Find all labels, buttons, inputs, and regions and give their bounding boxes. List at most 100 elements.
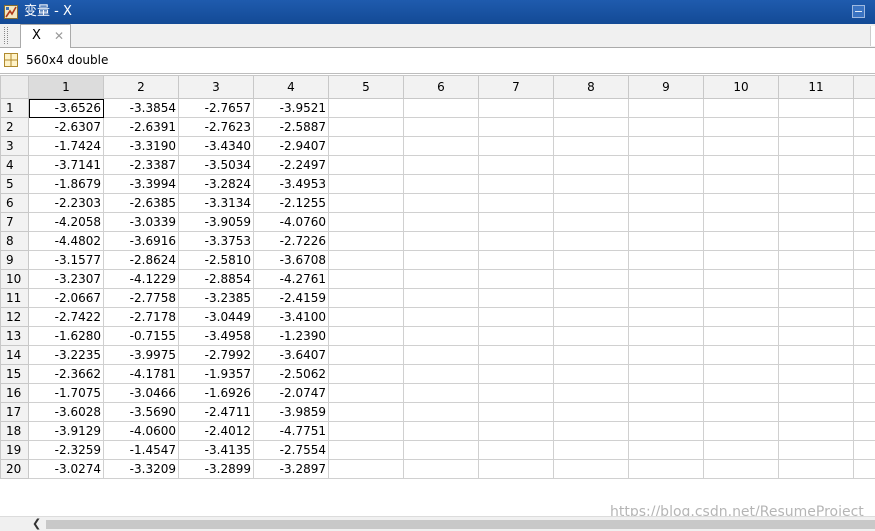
empty-cell[interactable] <box>478 364 554 384</box>
empty-cell[interactable] <box>628 383 704 403</box>
data-cell[interactable]: -2.7992 <box>178 345 254 365</box>
data-cell[interactable]: -2.5887 <box>253 117 329 137</box>
data-cell[interactable]: -0.7155 <box>103 326 179 346</box>
empty-cell[interactable] <box>628 364 704 384</box>
data-cell[interactable]: -2.1255 <box>253 193 329 213</box>
column-header[interactable]: 8 <box>553 75 629 99</box>
data-cell[interactable]: -3.9129 <box>28 421 104 441</box>
horizontal-scrollbar[interactable]: ❮ <box>0 516 875 531</box>
empty-cell[interactable] <box>328 326 404 346</box>
empty-cell[interactable] <box>703 117 779 137</box>
column-header[interactable]: 1 <box>28 75 104 99</box>
data-cell[interactable]: -2.5810 <box>178 250 254 270</box>
data-cell[interactable]: -1.6280 <box>28 326 104 346</box>
data-cell[interactable]: -3.3994 <box>103 174 179 194</box>
column-header[interactable]: 2 <box>103 75 179 99</box>
data-cell[interactable]: -3.6708 <box>253 250 329 270</box>
empty-cell[interactable] <box>778 136 854 156</box>
column-header[interactable]: 6 <box>403 75 479 99</box>
data-cell[interactable]: -1.9357 <box>178 364 254 384</box>
empty-cell[interactable] <box>853 269 875 289</box>
column-header[interactable]: 7 <box>478 75 554 99</box>
data-cell[interactable]: -3.2307 <box>28 269 104 289</box>
data-cell[interactable]: -2.9407 <box>253 136 329 156</box>
data-cell[interactable]: -1.8679 <box>28 174 104 194</box>
empty-cell[interactable] <box>478 421 554 441</box>
empty-cell[interactable] <box>778 212 854 232</box>
empty-cell[interactable] <box>328 136 404 156</box>
empty-cell[interactable] <box>853 288 875 308</box>
empty-cell[interactable] <box>328 212 404 232</box>
empty-cell[interactable] <box>853 383 875 403</box>
data-cell[interactable]: -4.1229 <box>103 269 179 289</box>
empty-cell[interactable] <box>628 98 704 118</box>
data-cell[interactable]: -3.6407 <box>253 345 329 365</box>
empty-cell[interactable] <box>853 440 875 460</box>
empty-cell[interactable] <box>403 440 479 460</box>
empty-cell[interactable] <box>553 174 629 194</box>
empty-cell[interactable] <box>478 136 554 156</box>
data-cell[interactable]: -2.7554 <box>253 440 329 460</box>
empty-cell[interactable] <box>553 269 629 289</box>
empty-cell[interactable] <box>403 117 479 137</box>
empty-cell[interactable] <box>403 383 479 403</box>
empty-cell[interactable] <box>403 421 479 441</box>
minimize-button[interactable] <box>852 5 865 18</box>
data-cell[interactable]: -3.4135 <box>178 440 254 460</box>
empty-cell[interactable] <box>553 193 629 213</box>
data-cell[interactable]: -3.6916 <box>103 231 179 251</box>
data-cell[interactable]: -2.3259 <box>28 440 104 460</box>
data-cell[interactable]: -3.2897 <box>253 459 329 479</box>
empty-cell[interactable] <box>478 288 554 308</box>
empty-cell[interactable] <box>403 98 479 118</box>
drag-grip-icon[interactable] <box>4 27 8 44</box>
column-header[interactable]: 4 <box>253 75 329 99</box>
empty-cell[interactable] <box>853 345 875 365</box>
empty-cell[interactable] <box>628 231 704 251</box>
empty-cell[interactable] <box>553 288 629 308</box>
empty-cell[interactable] <box>778 421 854 441</box>
empty-cell[interactable] <box>853 364 875 384</box>
empty-cell[interactable] <box>478 326 554 346</box>
data-cell[interactable]: -3.3190 <box>103 136 179 156</box>
empty-cell[interactable] <box>403 269 479 289</box>
empty-cell[interactable] <box>853 250 875 270</box>
data-cell[interactable]: -3.3753 <box>178 231 254 251</box>
data-cell[interactable]: -2.4012 <box>178 421 254 441</box>
empty-cell[interactable] <box>478 307 554 327</box>
data-cell[interactable]: -1.7075 <box>28 383 104 403</box>
empty-cell[interactable] <box>478 250 554 270</box>
data-cell[interactable]: -3.2235 <box>28 345 104 365</box>
empty-cell[interactable] <box>553 231 629 251</box>
empty-cell[interactable] <box>628 212 704 232</box>
data-cell[interactable]: -4.7751 <box>253 421 329 441</box>
empty-cell[interactable] <box>703 98 779 118</box>
empty-cell[interactable] <box>628 288 704 308</box>
data-cell[interactable]: -3.9059 <box>178 212 254 232</box>
empty-cell[interactable] <box>478 231 554 251</box>
empty-cell[interactable] <box>778 307 854 327</box>
data-cell[interactable]: -3.3854 <box>103 98 179 118</box>
row-header[interactable]: 18 <box>0 421 29 441</box>
empty-cell[interactable] <box>328 288 404 308</box>
empty-cell[interactable] <box>553 440 629 460</box>
empty-cell[interactable] <box>478 193 554 213</box>
empty-cell[interactable] <box>703 440 779 460</box>
empty-cell[interactable] <box>778 364 854 384</box>
empty-cell[interactable] <box>778 326 854 346</box>
empty-cell[interactable] <box>403 307 479 327</box>
empty-cell[interactable] <box>628 117 704 137</box>
empty-cell[interactable] <box>328 383 404 403</box>
empty-cell[interactable] <box>628 250 704 270</box>
data-cell[interactable]: -3.4953 <box>253 174 329 194</box>
scrollbar-thumb[interactable] <box>46 520 875 529</box>
data-cell[interactable]: -2.2303 <box>28 193 104 213</box>
empty-cell[interactable] <box>628 136 704 156</box>
empty-cell[interactable] <box>703 231 779 251</box>
empty-cell[interactable] <box>403 174 479 194</box>
empty-cell[interactable] <box>853 193 875 213</box>
empty-cell[interactable] <box>478 212 554 232</box>
empty-cell[interactable] <box>403 212 479 232</box>
empty-cell[interactable] <box>628 307 704 327</box>
empty-cell[interactable] <box>403 231 479 251</box>
